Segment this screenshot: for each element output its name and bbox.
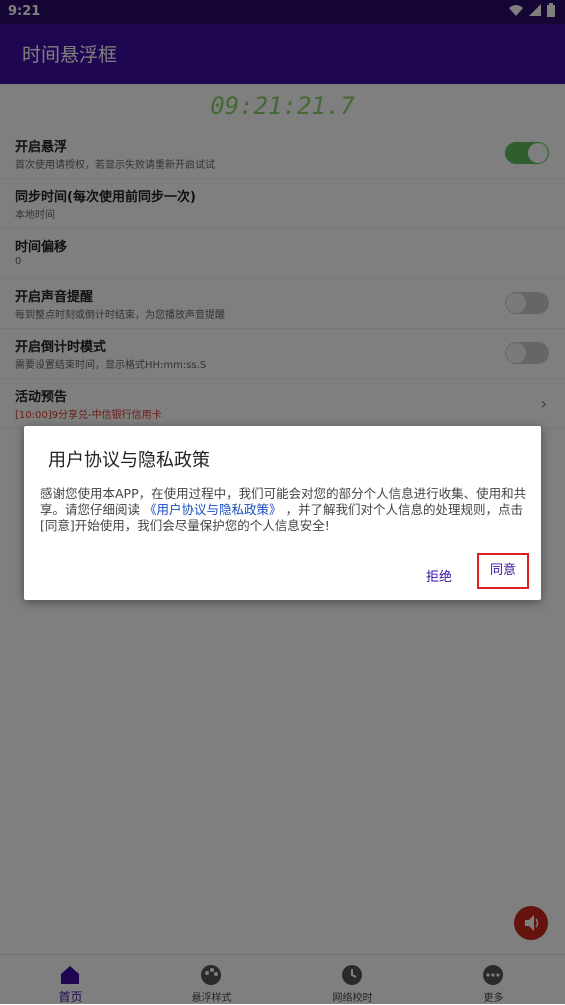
dialog-title: 用户协议与隐私政策: [48, 450, 210, 471]
agreement-link[interactable]: 《用户协议与隐私政策》: [144, 502, 282, 517]
dialog-body: 感谢您使用本APP，在使用过程中，我们可能会对您的部分个人信息进行收集、使用和共…: [40, 486, 530, 534]
agree-button[interactable]: 同意: [477, 553, 529, 589]
reject-button[interactable]: 拒绝: [426, 566, 452, 585]
privacy-dialog: 用户协议与隐私政策 感谢您使用本APP，在使用过程中，我们可能会对您的部分个人信…: [24, 426, 541, 600]
